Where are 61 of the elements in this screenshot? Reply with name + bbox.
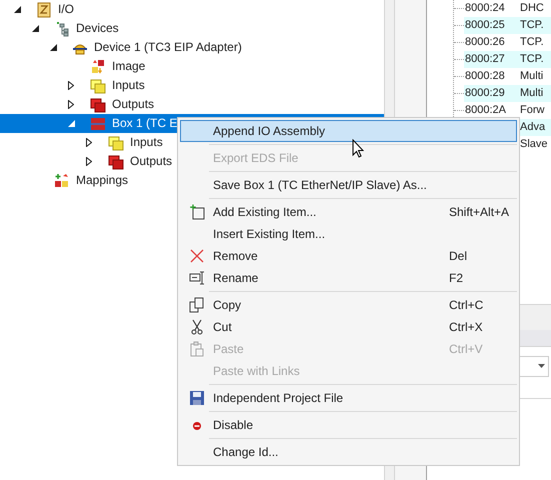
collapsed-arrow-icon[interactable] xyxy=(86,157,92,166)
copy-icon xyxy=(189,297,205,313)
squares-icon xyxy=(108,154,124,170)
name-cell-text: Forw xyxy=(520,103,544,118)
expanded-arrow-icon[interactable] xyxy=(32,25,39,32)
menu-item[interactable]: Rename F2 xyxy=(180,267,517,289)
image-icon xyxy=(90,58,106,74)
rename-icon xyxy=(189,270,205,286)
index-cell: 8000:25 xyxy=(465,19,505,32)
name-cell-text: Slave xyxy=(520,137,548,152)
expanded-arrow-icon[interactable] xyxy=(14,6,21,13)
name-cell-text: DHC xyxy=(520,1,544,16)
name-cell-text: Adva xyxy=(520,120,546,136)
menu-item[interactable]: Change Id... xyxy=(180,441,517,463)
mappings-icon xyxy=(54,172,70,188)
tree-item[interactable]: Outputs xyxy=(112,95,154,114)
menu-item[interactable]: Save Box 1 (TC EtherNet/IP Slave) As... xyxy=(180,174,517,196)
menu-item[interactable]: Disable xyxy=(180,414,517,436)
device-tree-icon xyxy=(54,20,70,36)
tree-item[interactable]: Mappings xyxy=(76,171,128,190)
collapsed-arrow-icon[interactable] xyxy=(68,100,74,109)
index-cell: 8000:29 xyxy=(465,87,505,100)
scissors-icon xyxy=(189,319,205,335)
mouse-cursor-icon xyxy=(352,139,364,158)
tree-item[interactable]: I/O xyxy=(58,0,74,19)
tree-item[interactable]: Box 1 (TC E xyxy=(112,114,178,133)
caret-icon xyxy=(538,364,545,368)
tree-item[interactable]: Devices xyxy=(76,19,119,38)
menu-item[interactable]: Insert Existing Item... xyxy=(180,223,517,245)
collapsed-arrow-icon[interactable] xyxy=(68,81,74,90)
squares-icon xyxy=(108,134,124,150)
menu-item[interactable]: Independent Project File xyxy=(180,387,517,409)
menu-item[interactable]: Cut Ctrl+X xyxy=(180,316,517,338)
name-cell-text: TCP. xyxy=(520,52,544,68)
squares-icon xyxy=(90,96,106,112)
tree-item[interactable]: Device 1 (TC3 EIP Adapter) xyxy=(94,38,242,57)
name-cell-text: Multi xyxy=(520,69,544,84)
cross-icon xyxy=(189,248,205,264)
index-cell: 8000:27 xyxy=(465,53,505,66)
menu-item[interactable]: Append IO Assembly xyxy=(180,120,517,142)
name-cell-text: TCP. xyxy=(520,35,544,50)
menu-item[interactable]: Add Existing Item... Shift+Alt+A xyxy=(180,201,517,223)
collapsed-arrow-icon[interactable] xyxy=(86,138,92,147)
io-box-icon xyxy=(36,2,52,18)
expanded-arrow-icon[interactable] xyxy=(50,44,57,51)
index-cell: 8000:26 xyxy=(465,36,505,48)
name-cell-text: Multi xyxy=(520,86,544,102)
menu-item[interactable]: Copy Ctrl+C xyxy=(180,294,517,316)
striped-box-icon xyxy=(90,116,106,132)
index-cell: 8000:2A xyxy=(465,104,506,116)
add-item-icon xyxy=(189,204,205,220)
tree-item[interactable]: Inputs xyxy=(130,133,163,152)
menu-item[interactable]: Remove Del xyxy=(180,245,517,267)
index-cell: 8000:28 xyxy=(465,70,505,82)
index-cell: 8000:24 xyxy=(465,2,505,14)
clipboard-icon xyxy=(189,341,205,357)
squares-icon xyxy=(90,78,106,94)
tree-item[interactable]: Inputs xyxy=(112,76,145,95)
name-cell-text: TCP. xyxy=(520,18,544,34)
tree-item[interactable]: Outputs xyxy=(130,152,172,171)
tree-item[interactable]: Image xyxy=(112,57,146,76)
